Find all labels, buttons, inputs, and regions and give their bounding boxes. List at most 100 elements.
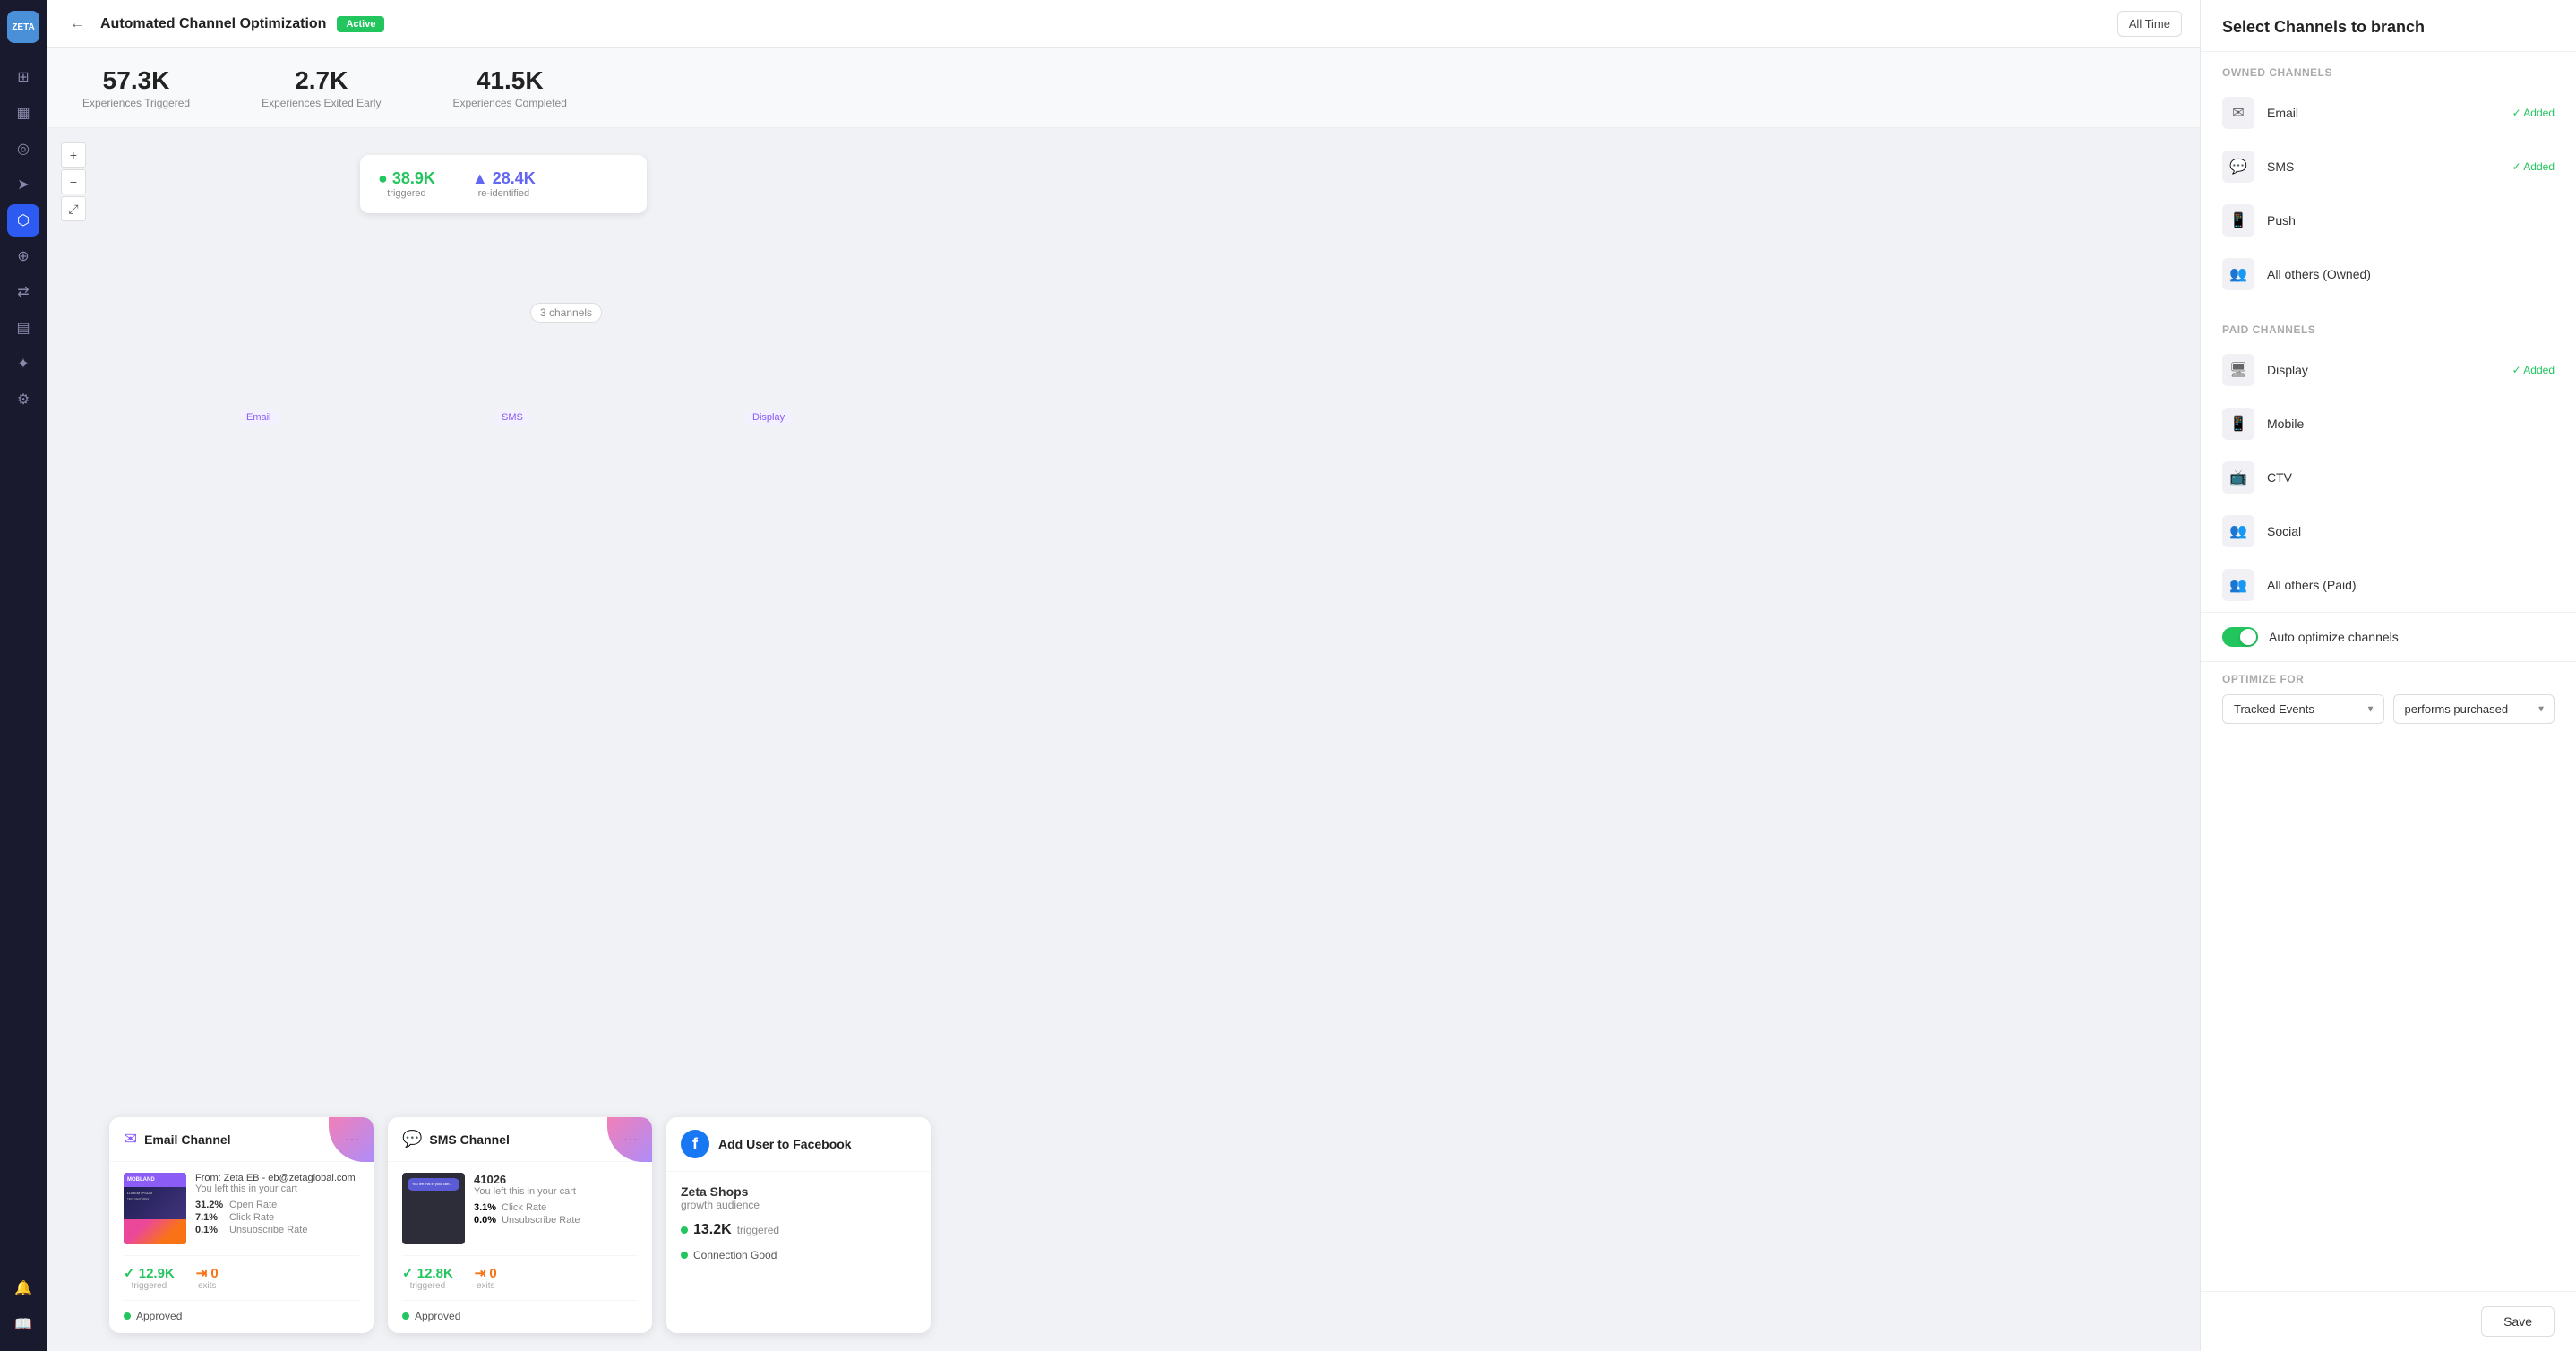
channel-item-sms[interactable]: 💬 SMS ✓ Added <box>2201 140 2576 194</box>
email-exits-metric: ⇥ 0 exits <box>196 1265 219 1291</box>
branch-label-display: Display <box>745 410 792 425</box>
sidebar-icon-users[interactable]: ⊕ <box>7 240 39 272</box>
trigger-triggered-value: ● 38.9K <box>378 169 435 188</box>
email-click-rate-pct: 7.1% <box>195 1212 224 1223</box>
sms-status-text: Approved <box>415 1310 460 1322</box>
stat-triggered-value: 57.3K <box>82 66 190 95</box>
sms-channel-icon: 💬 <box>402 1130 422 1149</box>
email-thumb-header: MOBLAND <box>124 1173 186 1187</box>
trigger-node: ● 38.9K triggered ▲ 28.4K re-identified <box>360 155 647 213</box>
sms-card-status: Approved <box>402 1310 638 1322</box>
performs-select-wrapper: performs purchased performs checkout per… <box>2393 694 2555 724</box>
back-button[interactable]: ← <box>64 12 90 37</box>
channel-social-icon: 👥 <box>2222 515 2254 547</box>
facebook-connection-text: Connection Good <box>693 1249 777 1261</box>
email-stat-open-rate: 31.2% Open Rate <box>195 1200 359 1210</box>
sidebar-icon-grid[interactable]: ⊞ <box>7 61 39 93</box>
trigger-reidentified-label: re-identified <box>472 188 536 199</box>
sidebar-icon-send[interactable]: ➤ <box>7 168 39 201</box>
sms-stat-click-rate: 3.1% Click Rate <box>474 1202 638 1213</box>
page-title: Automated Channel Optimization <box>100 16 326 32</box>
stat-completed-value: 41.5K <box>452 66 566 95</box>
channel-all-paid-name: All others (Paid) <box>2267 578 2555 592</box>
channel-item-mobile[interactable]: 📱 Mobile <box>2201 397 2576 451</box>
sidebar-icon-link[interactable]: ⇄ <box>7 276 39 308</box>
sms-subject: You left this in your cart <box>474 1186 638 1197</box>
email-triggered-value: ✓ 12.9K <box>124 1265 175 1281</box>
sms-stat-unsub-rate: 0.0% Unsubscribe Rate <box>474 1215 638 1226</box>
optimize-for-label: Optimize for <box>2222 673 2555 685</box>
email-unsub-rate-label: Unsubscribe Rate <box>229 1225 307 1235</box>
email-card-status: Approved <box>124 1310 359 1322</box>
channel-item-display[interactable]: 🖥 Display ✓ Added <box>2201 343 2576 397</box>
auto-optimize-toggle[interactable] <box>2222 627 2258 647</box>
channel-ctv-icon: 📺 <box>2222 461 2254 494</box>
channel-all-owned-name: All others (Owned) <box>2267 267 2555 281</box>
owned-channels-label: Owned channels <box>2201 52 2576 86</box>
channel-mobile-name: Mobile <box>2267 417 2555 431</box>
sidebar-icon-bell[interactable]: 🔔 <box>7 1272 39 1304</box>
sms-meta: 41026 You left this in your cart 3.1% Cl… <box>474 1173 638 1244</box>
sms-bubble: You left this in your cart... <box>408 1178 459 1191</box>
email-open-rate-label: Open Rate <box>229 1200 277 1210</box>
email-triggered-label: triggered <box>124 1281 175 1291</box>
branch-label-sms: SMS <box>494 410 530 425</box>
zoom-in-button[interactable]: + <box>61 142 86 168</box>
sidebar-icon-bar-chart[interactable]: ▤ <box>7 312 39 344</box>
channel-display-name: Display <box>2267 363 2500 377</box>
channel-item-social[interactable]: 👥 Social <box>2201 504 2576 558</box>
save-button[interactable]: Save <box>2481 1306 2555 1337</box>
sms-card-body: You left this in your cart... 41026 You … <box>388 1162 652 1333</box>
facebook-icon: f <box>681 1130 709 1158</box>
facebook-card-body: Zeta Shops growth audience 13.2K trigger… <box>666 1172 931 1274</box>
email-card-title: Email Channel <box>144 1132 338 1147</box>
email-thumb-image <box>124 1219 186 1244</box>
time-filter-button[interactable]: All Time <box>2117 11 2182 37</box>
auto-optimize-label: Auto optimize channels <box>2269 630 2399 644</box>
channel-sms-name: SMS <box>2267 159 2500 174</box>
sidebar-icon-book[interactable]: 📖 <box>7 1308 39 1340</box>
sidebar-icon-target[interactable]: ◎ <box>7 133 39 165</box>
channel-item-all-paid[interactable]: 👥 All others (Paid) <box>2201 558 2576 612</box>
email-exits-label: exits <box>196 1281 219 1291</box>
sms-preview: You left this in your cart... 41026 You … <box>402 1173 638 1244</box>
email-status-dot <box>124 1312 131 1320</box>
channel-item-ctv[interactable]: 📺 CTV <box>2201 451 2576 504</box>
trigger-triggered: ● 38.9K triggered <box>378 169 435 199</box>
sidebar-icon-chart[interactable]: ▦ <box>7 97 39 129</box>
sms-unsub-rate-pct: 0.0% <box>474 1215 496 1226</box>
email-stat-unsub-rate: 0.1% Unsubscribe Rate <box>195 1225 359 1235</box>
panel-header: Select Channels to branch <box>2201 0 2576 52</box>
facebook-audience: growth audience <box>681 1199 916 1211</box>
stat-experiences-triggered: 57.3K Experiences Triggered <box>82 66 190 109</box>
trigger-triggered-label: triggered <box>378 188 435 199</box>
trigger-reidentified: ▲ 28.4K re-identified <box>472 169 536 199</box>
right-panel: Select Channels to branch Owned channels… <box>2200 0 2576 1351</box>
channel-mobile-icon: 📱 <box>2222 408 2254 440</box>
channel-item-all-owned[interactable]: 👥 All others (Owned) <box>2201 247 2576 301</box>
channel-email-name: Email <box>2267 106 2500 120</box>
sidebar-icon-flow[interactable]: ⬡ <box>7 204 39 237</box>
sidebar: ZETA ⊞ ▦ ◎ ➤ ⬡ ⊕ ⇄ ▤ ✦ ⚙ 🔔 📖 <box>0 0 47 1351</box>
email-thumb-text: LOREM IPSUM <box>127 1191 183 1195</box>
stat-completed-label: Experiences Completed <box>452 97 566 109</box>
email-triggered-metric: ✓ 12.9K triggered <box>124 1265 175 1291</box>
sidebar-icon-settings[interactable]: ⚙ <box>7 383 39 416</box>
channel-item-email[interactable]: ✉ Email ✓ Added <box>2201 86 2576 140</box>
sidebar-logo: ZETA <box>7 11 39 43</box>
sms-stats: 3.1% Click Rate 0.0% Unsubscribe Rate <box>474 1202 638 1226</box>
stat-exited-label: Experiences Exited Early <box>262 97 381 109</box>
stat-experiences-completed: 41.5K Experiences Completed <box>452 66 566 109</box>
fullscreen-button[interactable]: ⤢ <box>61 196 86 221</box>
stat-experiences-exited: 2.7K Experiences Exited Early <box>262 66 381 109</box>
email-thumb-subtext: TEXT FEATURES <box>127 1197 183 1200</box>
tracked-events-select[interactable]: Tracked Events Conversions Clicks <box>2222 694 2384 724</box>
flow-lines <box>47 128 315 262</box>
sidebar-icon-zap[interactable]: ✦ <box>7 348 39 380</box>
channel-item-push[interactable]: 📱 Push <box>2201 194 2576 247</box>
performs-select[interactable]: performs purchased performs checkout per… <box>2393 694 2555 724</box>
email-open-rate-pct: 31.2% <box>195 1200 224 1210</box>
facebook-triggered-metric: 13.2K triggered <box>681 1222 916 1238</box>
email-thumbnail: MOBLAND LOREM IPSUM TEXT FEATURES <box>124 1173 186 1244</box>
zoom-out-button[interactable]: − <box>61 169 86 194</box>
